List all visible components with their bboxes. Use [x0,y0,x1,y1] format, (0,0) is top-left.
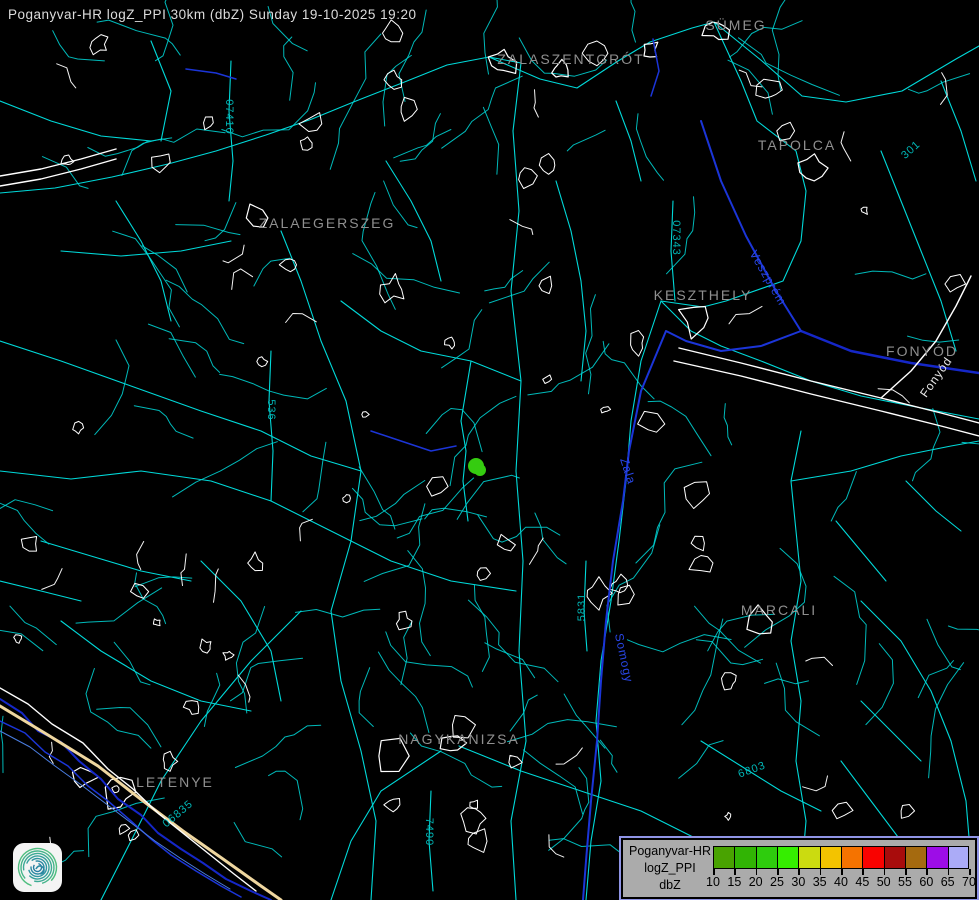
spiral-icon [13,843,62,892]
radar-title: Poganyvar-HR logZ_PPI 30km (dbZ) Sunday … [8,7,416,22]
dbz-color-cell [713,846,736,869]
dbz-color-cell [777,846,800,869]
dbz-colorbar: 10152025303540455055606570 [713,846,969,896]
dbz-color-cell [862,846,885,869]
legend-radar-name: Poganyvar-HR [627,843,713,860]
dbz-tick-label: 70 [954,875,979,889]
dbz-color-cell [926,846,949,869]
dbz-color-cell [734,846,757,869]
dbz-color-cell [820,846,843,869]
dbz-color-cell [884,846,907,869]
met-app-logo[interactable] [13,843,62,892]
dbz-color-cell [905,846,928,869]
dbz-color-cell [756,846,779,869]
dbz-color-cell [948,846,969,869]
dbz-color-cell [841,846,864,869]
dbz-legend: Poganyvar-HR logZ_PPI dbZ 10152025303540… [621,838,977,899]
radar-map [0,0,979,900]
radar-viewport: ZALASZENTGRÓTSÜMEGTAPOLCAZALAEGERSZEGKES… [0,0,979,900]
dbz-color-cell [798,846,821,869]
